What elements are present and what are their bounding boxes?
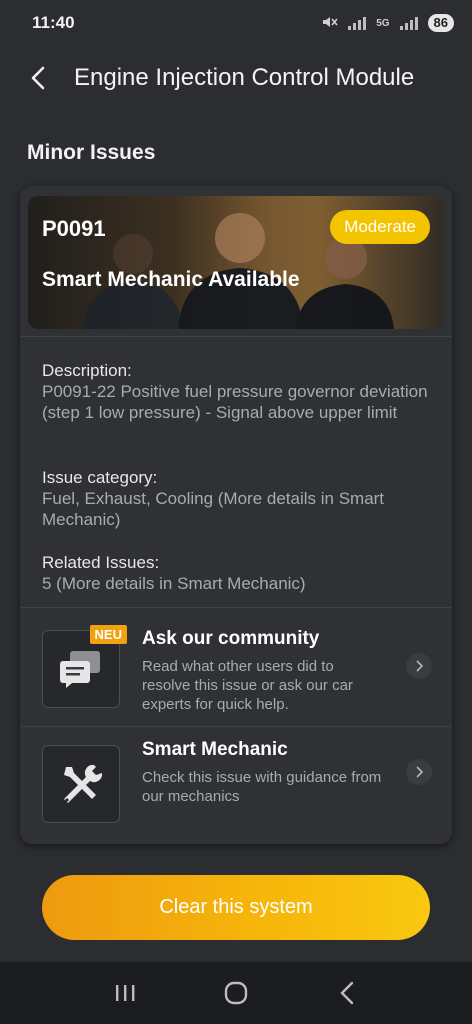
issue-code: P0091 [42,216,106,241]
smart-mechanic-row[interactable]: Smart Mechanic Check this issue with gui… [20,727,452,843]
related-label: Related Issues: [42,553,160,572]
category-value: Fuel, Exhaust, Cooling (More details in … [42,489,385,529]
chevron-right-icon [406,759,432,785]
community-icon-box: NEU [42,625,127,708]
status-bar: 11:40 5G 86 [0,0,472,46]
description-block: Description: P0091-22 Positive fuel pres… [42,360,432,423]
related-block: Related Issues: 5 (More details in Smart… [42,552,432,594]
mute-icon [322,15,338,32]
home-icon [224,981,248,1005]
mechanic-available-label: Smart Mechanic Available [42,268,300,291]
system-nav-bar [0,962,472,1024]
network-type: 5G [376,17,390,29]
back-arrow-icon [31,66,45,90]
chevron-right-icon [406,653,432,679]
clear-system-button[interactable]: Clear this system [42,875,430,940]
mechanic-icon-box [42,745,120,823]
nav-back-icon [339,981,353,1005]
recents-icon [116,985,135,1001]
header: Engine Injection Control Module [0,56,472,100]
new-tag: NEU [89,625,127,644]
issue-card: P0091 Smart Mechanic Available Moderate … [20,186,452,844]
ask-community-row[interactable]: NEU Ask our community Read what other us… [20,608,452,724]
divider [20,336,452,337]
category-label: Issue category: [42,468,158,487]
community-description: Read what other users did to resolve thi… [142,658,353,713]
status-icons: 5G 86 [322,14,454,32]
description-value: P0091-22 Positive fuel pressure governor… [42,382,428,422]
battery-indicator: 86 [427,14,454,32]
community-title: Ask our community [142,628,320,649]
page-title: Engine Injection Control Module [74,64,415,91]
back-button[interactable] [16,56,60,100]
signal-icon-2 [399,16,418,30]
recents-button[interactable] [105,973,145,1013]
related-value: 5 (More details in Smart Mechanic) [42,574,306,593]
chat-icon [60,651,100,688]
category-block: Issue category: Fuel, Exhaust, Cooling (… [42,467,432,530]
signal-icon [348,16,367,30]
section-title: Minor Issues [27,141,156,164]
status-time: 11:40 [32,13,75,32]
smart-mechanic-description: Check this issue with guidance from our … [142,769,382,805]
issue-banner[interactable]: P0091 Smart Mechanic Available Moderate [28,196,444,329]
home-button[interactable] [216,973,256,1013]
nav-back-button[interactable] [327,973,367,1013]
tools-icon [64,764,103,803]
severity-badge: Moderate [330,210,430,244]
description-label: Description: [42,361,132,380]
smart-mechanic-title: Smart Mechanic [142,739,288,760]
